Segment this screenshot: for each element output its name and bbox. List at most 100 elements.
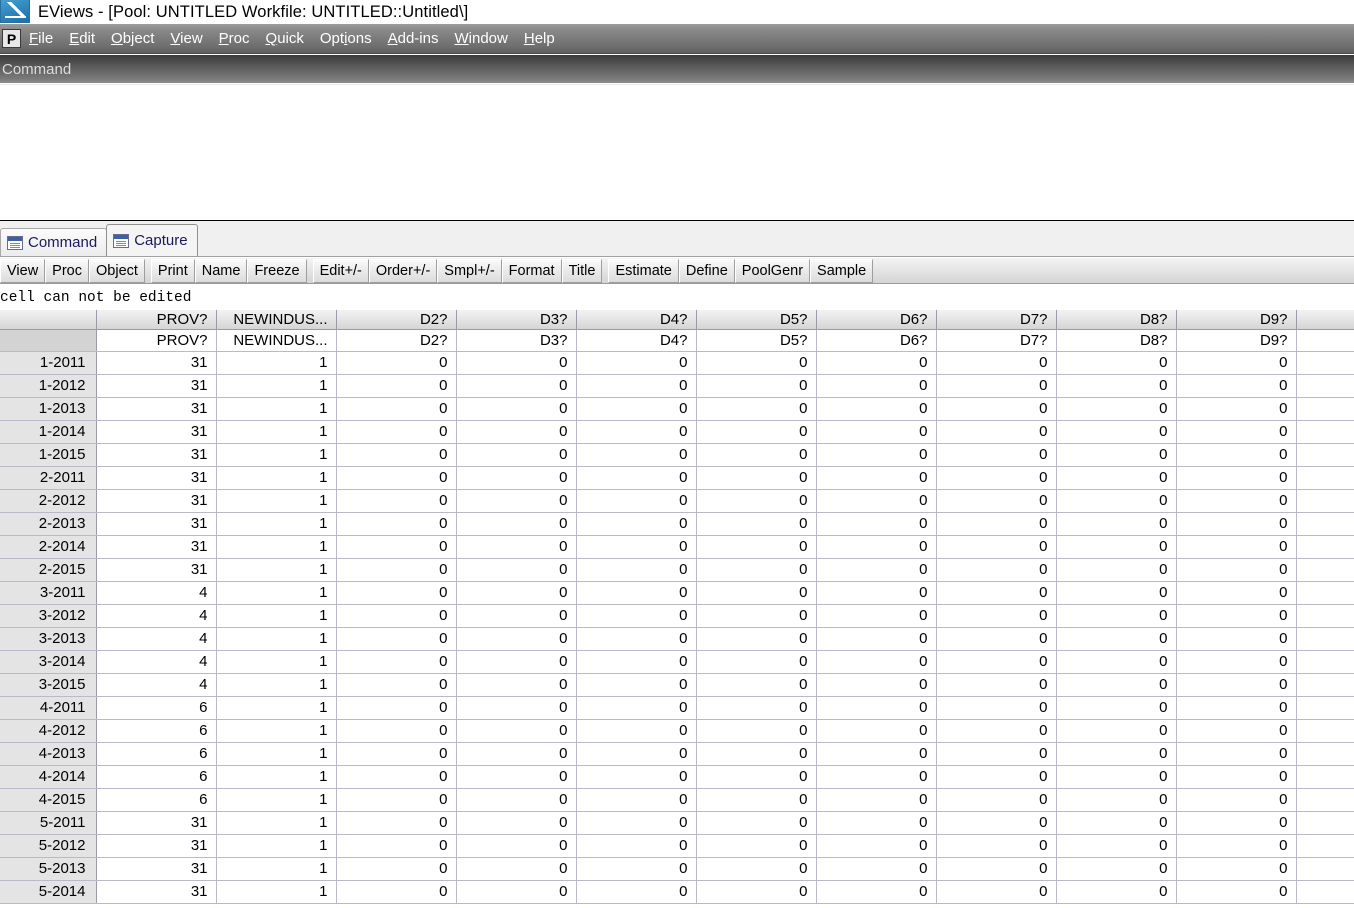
cell-7-5[interactable]: 0 — [696, 512, 817, 536]
cell-22-3[interactable]: 0 — [456, 857, 577, 881]
menu-item-proc[interactable]: Proc — [211, 28, 258, 49]
cell-23-4[interactable]: 0 — [576, 880, 697, 904]
menu-item-file[interactable]: File — [21, 28, 61, 49]
cell-18-8[interactable]: 0 — [1056, 765, 1177, 789]
column-header-4[interactable]: D4? — [576, 310, 697, 330]
cell-2-10[interactable] — [1296, 397, 1354, 421]
cell-1-10[interactable] — [1296, 374, 1354, 398]
cell-21-0[interactable]: 31 — [96, 834, 217, 858]
cell-10-8[interactable]: 0 — [1056, 581, 1177, 605]
cell-10-1[interactable]: 1 — [216, 581, 337, 605]
cell-7-7[interactable]: 0 — [936, 512, 1057, 536]
cell-16-1[interactable]: 1 — [216, 719, 337, 743]
cell-15-6[interactable]: 0 — [816, 696, 937, 720]
cell-0-7[interactable]: 0 — [936, 351, 1057, 375]
cell-8-5[interactable]: 0 — [696, 535, 817, 559]
cell-3-10[interactable] — [1296, 420, 1354, 444]
row-label-11[interactable]: 3-2012 — [0, 604, 97, 628]
cell-12-3[interactable]: 0 — [456, 627, 577, 651]
cell-10-5[interactable]: 0 — [696, 581, 817, 605]
define-button[interactable]: Define — [678, 258, 735, 283]
cell-7-2[interactable]: 0 — [336, 512, 457, 536]
row-label-15[interactable]: 4-2011 — [0, 696, 97, 720]
cell-19-2[interactable]: 0 — [336, 788, 457, 812]
cell-11-7[interactable]: 0 — [936, 604, 1057, 628]
cell-15-3[interactable]: 0 — [456, 696, 577, 720]
cell-5-10[interactable] — [1296, 466, 1354, 490]
column-header-9[interactable]: D9? — [1176, 310, 1297, 330]
pool-spreadsheet[interactable]: PROV? NEWINDUS... D2? D3? D4? D5? D6? D7? D8? D9?… — [0, 310, 1354, 908]
cell-0-9[interactable]: 0 — [1176, 351, 1297, 375]
cell-17-3[interactable]: 0 — [456, 742, 577, 766]
cell-19-7[interactable]: 0 — [936, 788, 1057, 812]
row-label-4[interactable]: 1-2015 — [0, 443, 97, 467]
cell-11-4[interactable]: 0 — [576, 604, 697, 628]
row-label-14[interactable]: 3-2015 — [0, 673, 97, 697]
cell-8-10[interactable] — [1296, 535, 1354, 559]
cell-20-4[interactable]: 0 — [576, 811, 697, 835]
cell-4-7[interactable]: 0 — [936, 443, 1057, 467]
cell-23-8[interactable]: 0 — [1056, 880, 1177, 904]
cell-4-1[interactable]: 1 — [216, 443, 337, 467]
cell-1-7[interactable]: 0 — [936, 374, 1057, 398]
cell-19-5[interactable]: 0 — [696, 788, 817, 812]
estimate-button[interactable]: Estimate — [608, 258, 679, 283]
cell-3-4[interactable]: 0 — [576, 420, 697, 444]
cell-12-2[interactable]: 0 — [336, 627, 457, 651]
cell-3-1[interactable]: 1 — [216, 420, 337, 444]
cell-3-9[interactable]: 0 — [1176, 420, 1297, 444]
cell-20-8[interactable]: 0 — [1056, 811, 1177, 835]
cell-4-0[interactable]: 31 — [96, 443, 217, 467]
cell-10-7[interactable]: 0 — [936, 581, 1057, 605]
cell-17-2[interactable]: 0 — [336, 742, 457, 766]
cell-22-6[interactable]: 0 — [816, 857, 937, 881]
menu-item-view[interactable]: View — [162, 28, 210, 49]
cell-18-6[interactable]: 0 — [816, 765, 937, 789]
cell-4-6[interactable]: 0 — [816, 443, 937, 467]
cell-1-9[interactable]: 0 — [1176, 374, 1297, 398]
cell-14-3[interactable]: 0 — [456, 673, 577, 697]
cell-19-4[interactable]: 0 — [576, 788, 697, 812]
cell-4-3[interactable]: 0 — [456, 443, 577, 467]
menu-item-window[interactable]: Window — [446, 28, 515, 49]
cell-12-6[interactable]: 0 — [816, 627, 937, 651]
cell-7-8[interactable]: 0 — [1056, 512, 1177, 536]
cell-5-7[interactable]: 0 — [936, 466, 1057, 490]
cell-12-4[interactable]: 0 — [576, 627, 697, 651]
row-label-12[interactable]: 3-2013 — [0, 627, 97, 651]
row-label-3[interactable]: 1-2014 — [0, 420, 97, 444]
cell-19-1[interactable]: 1 — [216, 788, 337, 812]
cell-13-9[interactable]: 0 — [1176, 650, 1297, 674]
cell-23-5[interactable]: 0 — [696, 880, 817, 904]
cell-5-3[interactable]: 0 — [456, 466, 577, 490]
cell-13-10[interactable] — [1296, 650, 1354, 674]
cell-2-0[interactable]: 31 — [96, 397, 217, 421]
cell-15-5[interactable]: 0 — [696, 696, 817, 720]
menu-item-help[interactable]: Help — [516, 28, 563, 49]
cell-11-10[interactable] — [1296, 604, 1354, 628]
cell-3-7[interactable]: 0 — [936, 420, 1057, 444]
cell-21-7[interactable]: 0 — [936, 834, 1057, 858]
cell-1-6[interactable]: 0 — [816, 374, 937, 398]
cell-16-2[interactable]: 0 — [336, 719, 457, 743]
sample-button[interactable]: Sample — [810, 258, 874, 283]
cell-13-0[interactable]: 4 — [96, 650, 217, 674]
row-label-10[interactable]: 3-2011 — [0, 581, 97, 605]
cell-1-0[interactable]: 31 — [96, 374, 217, 398]
menu-item-addins[interactable]: Add-ins — [380, 28, 447, 49]
grid-corner-cell[interactable] — [0, 310, 97, 330]
cell-14-8[interactable]: 0 — [1056, 673, 1177, 697]
cell-16-8[interactable]: 0 — [1056, 719, 1177, 743]
cell-2-2[interactable]: 0 — [336, 397, 457, 421]
cell-4-2[interactable]: 0 — [336, 443, 457, 467]
cell-9-9[interactable]: 0 — [1176, 558, 1297, 582]
cell-15-7[interactable]: 0 — [936, 696, 1057, 720]
menu-item-quick[interactable]: Quick — [258, 28, 312, 49]
cell-13-5[interactable]: 0 — [696, 650, 817, 674]
column-header-6[interactable]: D6? — [816, 310, 937, 330]
menu-item-edit[interactable]: Edit — [61, 28, 103, 49]
cell-21-3[interactable]: 0 — [456, 834, 577, 858]
smpl-toggle-button[interactable]: Smpl+/- — [437, 258, 502, 283]
cell-23-0[interactable]: 31 — [96, 880, 217, 904]
row-label-2[interactable]: 1-2013 — [0, 397, 97, 421]
